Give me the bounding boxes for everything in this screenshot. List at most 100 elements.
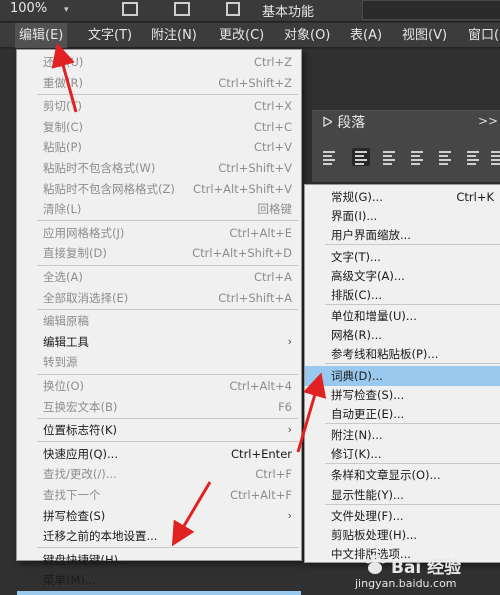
screen-mode-icon[interactable]	[122, 2, 138, 16]
edit-menu-item-label: 菜单(M)...	[43, 573, 96, 588]
edit-menu-item-label: 位置标志符(K)	[43, 423, 118, 438]
menu-separator	[37, 308, 298, 310]
menu-window[interactable]: 窗口(	[464, 23, 500, 48]
edit-menu-dropdown: 还原(U) Ctrl+Z 重做(R) Ctrl+Shift+Z 剪切(T) Ctrl+X 复…	[16, 49, 302, 595]
shortcut-text: Ctrl+Alt+E	[229, 225, 292, 240]
edit-menu-item-label: 迁移之前的本地设置...	[43, 529, 158, 544]
workspace-switcher[interactable]: 基本功能	[262, 1, 314, 20]
preferences-menu-item[interactable]: 修订(K)...	[305, 444, 500, 465]
edit-menu-item[interactable]: 菜单(M)...	[17, 570, 301, 591]
menu-changes[interactable]: 更改(C)	[215, 23, 268, 48]
preferences-menu-item-label: 拼写检查(S)...	[331, 387, 405, 402]
watermark-text: Bai 经验	[391, 558, 462, 578]
preferences-menu-item[interactable]: 参考线和粘贴板(P)...	[305, 344, 500, 365]
menu-notes[interactable]: 附注(N)	[147, 23, 201, 48]
edit-menu-item-label: 换位(O)	[43, 379, 85, 393]
preferences-menu-item-label: 剪贴板处理(H)...	[331, 527, 418, 542]
preferences-menu-item[interactable]: 文件处理(F)...	[305, 506, 500, 527]
edit-menu-item-label: 拼写检查(S)	[43, 508, 106, 523]
preferences-menu-item[interactable]: 网格(R)...	[305, 325, 500, 346]
edit-menu-item: 全部取消选择(E) Ctrl+Shift+A	[17, 288, 301, 309]
zoom-level[interactable]: 100%	[10, 1, 47, 16]
paragraph-panel-tab[interactable]: ᐅ 段落	[322, 112, 365, 132]
edit-menu-item-label: 快速应用(Q)...	[43, 446, 118, 461]
zoom-dropdown-icon[interactable]: ▾	[64, 5, 69, 15]
preferences-menu-item-label: 单位和增量(U)...	[331, 309, 417, 323]
preferences-menu-item[interactable]: 排版(C)...	[305, 285, 500, 306]
shortcut-text: F6	[278, 399, 292, 414]
preferences-menu-item[interactable]: 附注(N)...	[305, 425, 500, 446]
align-left-icon[interactable]	[352, 148, 370, 166]
menu-edit[interactable]: 编辑(E)	[15, 23, 68, 48]
view-options-icon[interactable]	[174, 2, 190, 16]
edit-menu-item-label: 全选(A)	[43, 270, 83, 284]
preferences-menu-item-label: 用户界面缩放...	[331, 228, 411, 243]
preferences-menu-item-label: 显示性能(Y)...	[331, 487, 404, 502]
edit-menu-item[interactable]: 键盘快捷键(H)...	[17, 550, 301, 571]
menu-separator	[37, 547, 298, 549]
edit-menu-item-label: 复制(C)	[43, 119, 84, 134]
preferences-menu-item[interactable]: 条样和文章显示(O)...	[305, 465, 500, 486]
edit-menu-item-label: 粘贴时不包含网格格式(Z)	[43, 181, 175, 196]
preferences-menu-item[interactable]: 界面(I)...	[305, 206, 500, 227]
preferences-menu-item-label: 参考线和粘贴板(P)...	[331, 347, 439, 362]
preferences-menu-item[interactable]: 显示性能(Y)...	[305, 485, 500, 506]
shortcut-text: Ctrl+V	[254, 140, 292, 155]
preferences-menu-item-label: 文字(T)...	[331, 249, 381, 264]
arrange-documents-icon[interactable]	[226, 2, 240, 16]
preferences-menu-item-label: 修订(K)...	[331, 447, 382, 462]
shortcut-text: 回格键	[257, 202, 293, 217]
preferences-menu-item[interactable]: 剪贴板处理(H)...	[305, 525, 500, 546]
justify-left-icon[interactable]	[436, 148, 454, 166]
edit-menu-item-label: 应用网格格式(J)	[43, 225, 125, 240]
menu-table[interactable]: 表(A)	[346, 23, 386, 48]
edit-menu-item[interactable]: 位置标志符(K) ›	[17, 420, 301, 441]
panel-collapse-icon[interactable]: >>	[478, 114, 498, 128]
edit-menu-item[interactable]: 快速应用(Q)... Ctrl+Enter	[17, 444, 301, 465]
edit-menu-item: 还原(U) Ctrl+Z	[17, 52, 301, 73]
shortcut-text: Ctrl+Z	[254, 55, 292, 69]
preferences-menu-item[interactable]: 文字(T)...	[305, 247, 500, 268]
menu-separator	[37, 264, 298, 266]
menu-view[interactable]: 视图(V)	[398, 23, 451, 48]
preferences-menu-item-label: 条样和文章显示(O)...	[331, 468, 441, 483]
preferences-submenu: 常规(G)... Ctrl+K 界面(I)... 用户界面缩放... 文字(T)... 高…	[304, 184, 500, 563]
align-right-icon[interactable]	[408, 148, 426, 166]
preferences-menu-item[interactable]: 高级文字(A)...	[305, 266, 500, 287]
edit-menu-item-label: 键盘快捷键(H)...	[43, 552, 130, 567]
edit-menu-item-label: 互换宏文本(B)	[43, 399, 118, 414]
shortcut-text: Ctrl+Enter	[231, 446, 292, 461]
edit-menu-item: 重做(R) Ctrl+Shift+Z	[17, 73, 301, 94]
align-justify-partial-icon[interactable]	[320, 148, 338, 166]
preferences-menu-item[interactable]: 自动更正(E)...	[305, 404, 500, 425]
menu-separator	[325, 503, 500, 505]
edit-menu-item[interactable]: 拼写检查(S) ›	[17, 506, 301, 527]
shortcut-text: Ctrl+Alt+Shift+D	[192, 246, 292, 261]
shortcut-text: Ctrl+K	[456, 190, 494, 204]
shortcut-text: Ctrl+Shift+Z	[218, 75, 292, 90]
search-field[interactable]	[362, 0, 500, 20]
preferences-menu-item[interactable]: 用户界面缩放...	[305, 225, 500, 246]
edit-menu-item[interactable]: 编辑工具 ›	[17, 332, 301, 353]
menu-separator	[37, 373, 298, 375]
edit-menu-item-label: 重做(R)	[43, 75, 83, 90]
edit-menu-item[interactable]: 迁移之前的本地设置...	[17, 526, 301, 547]
preferences-menu-item[interactable]: 拼写检查(S)...	[305, 385, 500, 406]
preferences-menu-item-label: 常规(G)...	[331, 190, 383, 204]
preferences-menu-item[interactable]: 词典(D)...	[305, 365, 500, 387]
edit-menu-item: 编辑原稿	[17, 311, 301, 332]
preferences-menu-item-label: 词典(D)...	[331, 368, 383, 383]
edit-menu-item-label: 全部取消选择(E)	[43, 290, 129, 305]
align-towards-spine-icon[interactable]	[488, 148, 500, 166]
preferences-menu-item[interactable]: 单位和增量(U)...	[305, 306, 500, 327]
menu-object[interactable]: 对象(O)	[280, 23, 334, 48]
edit-menu-item-label: 直接复制(D)	[43, 246, 107, 261]
justify-center-icon[interactable]	[464, 148, 482, 166]
edit-menu-item[interactable]: 首选项(N) ›	[17, 591, 301, 595]
edit-menu-item: 粘贴时不包含网格格式(Z) Ctrl+Alt+Shift+V	[17, 179, 301, 200]
edit-menu-item: 粘贴时不包含格式(W) Ctrl+Shift+V	[17, 158, 301, 179]
preferences-menu-item[interactable]: 常规(G)... Ctrl+K	[305, 187, 500, 208]
align-center-icon[interactable]	[380, 148, 398, 166]
preferences-menu-item-label: 界面(I)...	[331, 209, 378, 224]
menu-type[interactable]: 文字(T)	[84, 23, 136, 48]
